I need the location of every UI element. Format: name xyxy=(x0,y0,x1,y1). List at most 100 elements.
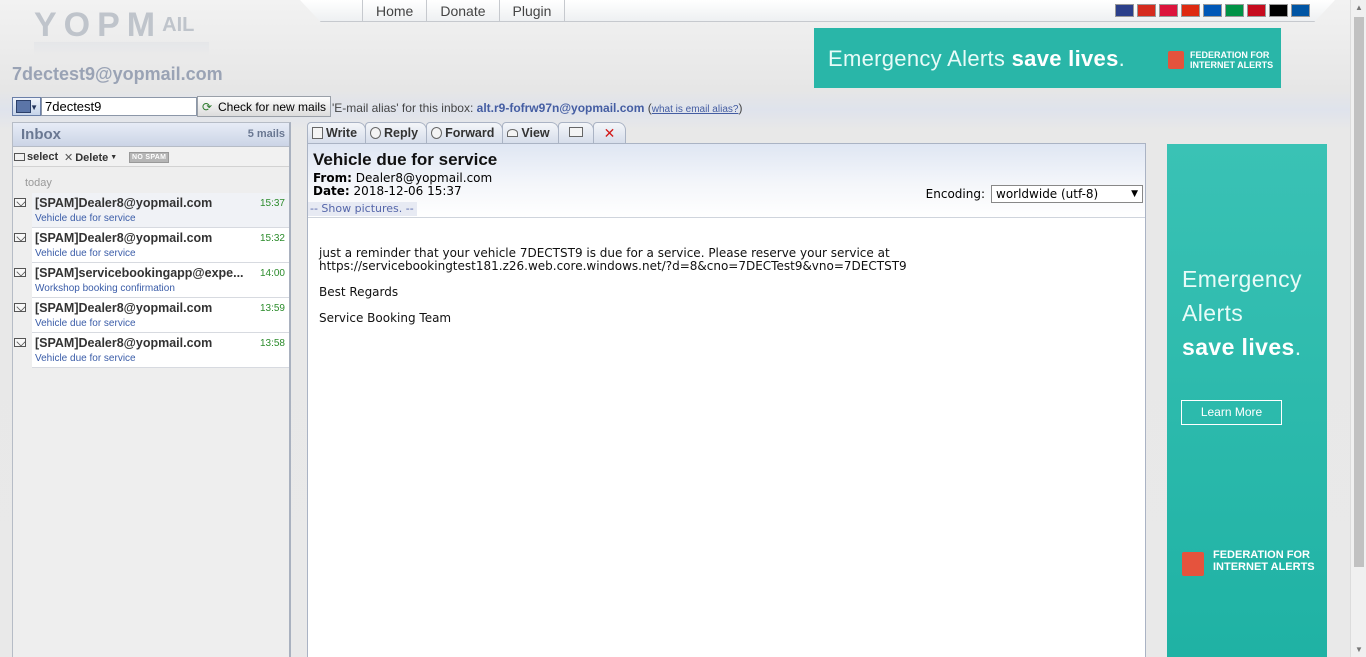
nav-donate-link[interactable]: Donate xyxy=(426,0,498,22)
mail-toolbar: Write Reply Forward View ✕ xyxy=(307,122,627,144)
ukraine-flag-icon[interactable] xyxy=(1203,4,1222,17)
side-fed-line1: FEDERATION FOR xyxy=(1213,549,1310,561)
ad-dot: . xyxy=(1118,46,1126,71)
message-subject: Vehicle due for service xyxy=(35,353,136,364)
mail-subject: Vehicle due for service xyxy=(313,150,498,169)
view-button[interactable]: View xyxy=(502,122,559,144)
mail-view: Vehicle due for service From: Dealer8@yo… xyxy=(307,143,1146,657)
side-banner-ad[interactable]: Emergency Alerts save lives. Learn More … xyxy=(1167,144,1327,657)
refresh-icon: ⟳ xyxy=(202,100,213,114)
message-time: 13:59 xyxy=(259,303,285,314)
inbox-login-bar: ▼ ⟳ Check for new mails 'E-mail alias' fo… xyxy=(12,96,802,118)
message-subject: Vehicle due for service xyxy=(35,248,136,259)
printer-icon xyxy=(568,127,583,137)
date-value: 2018-12-06 15:37 xyxy=(349,184,462,198)
nospam-toggle[interactable]: NO SPAM xyxy=(129,152,170,163)
italy-flag-icon[interactable] xyxy=(1225,4,1244,17)
body-regards: Best Regards xyxy=(319,285,399,299)
message-list: [SPAM]Dealer8@yopmail.com 15:37 Vehicle du… xyxy=(13,193,289,368)
message-row[interactable]: [SPAM]Dealer8@yopmail.com 15:37 Vehicle du… xyxy=(14,193,289,228)
mail-from: From: Dealer8@yopmail.com xyxy=(313,171,492,185)
inbox-title: Inbox xyxy=(21,126,61,143)
ad-headline: Emergency Alerts save lives. xyxy=(828,46,1125,72)
inbox-toolbar: select ✕ Delete ▼ NO SPAM xyxy=(13,147,289,167)
side-ad-headline: Emergency Alerts save lives. xyxy=(1182,262,1302,364)
mail-date: Date: 2018-12-06 15:37 xyxy=(313,184,462,198)
message-sender: [SPAM]Dealer8@yopmail.com xyxy=(35,231,213,245)
current-inbox-email: 7dectest9@yopmail.com xyxy=(12,64,223,84)
message-subject: Vehicle due for service xyxy=(35,213,136,224)
what-is-alias-link[interactable]: what is email alias? xyxy=(652,104,739,115)
write-label: Write xyxy=(326,126,358,140)
side-ad-line3: save lives xyxy=(1182,334,1295,360)
chevron-down-icon: ▼ xyxy=(30,103,38,112)
message-row[interactable]: [SPAM]Dealer8@yopmail.com 15:32 Vehicle du… xyxy=(14,228,289,263)
encoding-select[interactable]: worldwide (utf-8) ▼ xyxy=(991,185,1143,203)
russia-flag-icon[interactable] xyxy=(1137,4,1156,17)
message-sender: [SPAM]servicebookingapp@expe... xyxy=(35,266,244,280)
logo-reflection xyxy=(34,42,209,56)
select-button[interactable]: select xyxy=(14,151,58,163)
nav-home-link[interactable]: Home xyxy=(362,0,426,22)
reply-label: Reply xyxy=(384,126,419,140)
mail-body: just a reminder that your vehicle 7DECTS… xyxy=(308,218,1145,325)
france-flag-icon[interactable] xyxy=(1291,4,1310,17)
check-new-mails-button[interactable]: ⟳ Check for new mails xyxy=(197,96,331,117)
message-time: 15:32 xyxy=(259,233,285,244)
write-button[interactable]: Write xyxy=(307,122,367,144)
print-button[interactable] xyxy=(557,122,594,144)
message-row[interactable]: [SPAM]Dealer8@yopmail.com 13:58 Vehicle du… xyxy=(14,333,289,368)
select-label: select xyxy=(27,151,59,163)
body-signature: Service Booking Team xyxy=(319,311,452,325)
side-ad-line1: Emergency xyxy=(1182,266,1302,292)
ad-flag-icon xyxy=(1168,51,1184,69)
encoding-control: Encoding: worldwide (utf-8) ▼ xyxy=(926,185,1143,203)
ad-fed-line1: FEDERATION FOR xyxy=(1190,50,1270,60)
from-value: Dealer8@yopmail.com xyxy=(351,171,493,185)
envelope-icon xyxy=(14,198,26,207)
envelope-icon xyxy=(14,303,26,312)
mail-header: Vehicle due for service From: Dealer8@yo… xyxy=(308,144,1145,218)
ad-federation-label: FEDERATION FOR INTERNET ALERTS xyxy=(1190,50,1273,70)
envelope-icon xyxy=(14,338,26,347)
learn-more-button[interactable]: Learn More xyxy=(1181,400,1282,425)
message-subject: Vehicle due for service xyxy=(35,318,136,329)
uk-flag-icon[interactable] xyxy=(1115,4,1134,17)
reply-button[interactable]: Reply xyxy=(365,122,428,144)
poland-flag-icon[interactable] xyxy=(1159,4,1178,17)
delete-mail-button[interactable]: ✕ xyxy=(592,122,627,144)
delete-label: Delete xyxy=(75,151,109,164)
body-service-url: https://servicebookingtest181.z26.web.co… xyxy=(319,259,907,273)
inbox-menu-button[interactable]: ▼ xyxy=(12,97,41,116)
scroll-down-icon[interactable]: ▼ xyxy=(1355,645,1363,654)
forward-label: Forward xyxy=(445,126,495,140)
top-banner-ad[interactable]: Emergency Alerts save lives. FEDERATION … xyxy=(814,28,1281,88)
language-flags xyxy=(1115,4,1310,17)
nav-plugin-link[interactable]: Plugin xyxy=(498,0,566,22)
from-label: From: xyxy=(313,171,352,185)
chevron-down-icon: ▼ xyxy=(1131,189,1138,199)
delete-button[interactable]: ✕ Delete ▼ xyxy=(64,151,117,165)
alias-open-paren: ( xyxy=(644,101,652,115)
message-time: 15:37 xyxy=(259,198,285,209)
inbox-name-input[interactable] xyxy=(41,97,197,116)
message-time: 14:00 xyxy=(259,268,285,279)
view-label: View xyxy=(521,126,550,140)
china-flag-icon[interactable] xyxy=(1181,4,1200,17)
spain-flag-icon[interactable] xyxy=(1247,4,1266,17)
show-pictures-link[interactable]: -- Show pictures. -- xyxy=(308,202,417,216)
message-row[interactable]: [SPAM]servicebookingapp@expe... 14:00 Work… xyxy=(14,263,289,298)
forward-button[interactable]: Forward xyxy=(426,122,504,144)
page-scrollbar[interactable]: ▲ ▼ xyxy=(1350,0,1366,657)
scroll-up-icon[interactable]: ▲ xyxy=(1355,3,1363,12)
email-alias-info: 'E-mail alias' for this inbox: alt.r9-fo… xyxy=(332,101,742,115)
inbox-header: Inbox 5 mails xyxy=(13,123,289,147)
germany-flag-icon[interactable] xyxy=(1269,4,1288,17)
eye-icon xyxy=(507,129,519,137)
message-row[interactable]: [SPAM]Dealer8@yopmail.com 13:59 Vehicle du… xyxy=(14,298,289,333)
inbox-mail-count: 5 mails xyxy=(247,128,285,140)
logo-text-small: AIL xyxy=(162,14,195,36)
yopmail-logo[interactable]: YOPMAIL xyxy=(34,8,209,56)
scrollbar-thumb[interactable] xyxy=(1354,17,1364,567)
body-paragraph: just a reminder that your vehicle 7DECTS… xyxy=(319,247,1145,273)
